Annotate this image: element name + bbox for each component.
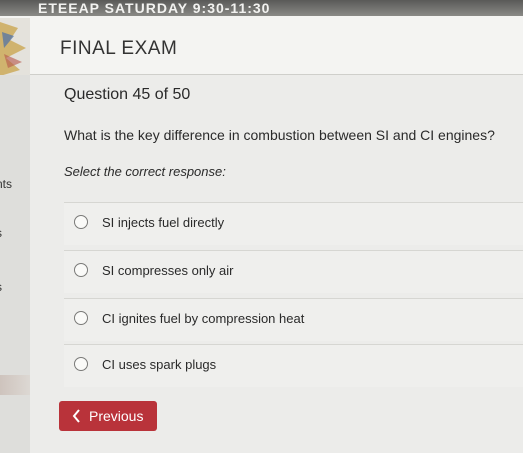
radio-button[interactable] <box>74 215 88 229</box>
chevron-left-icon <box>72 409 80 423</box>
exam-header: FINAL EXAM <box>0 16 523 75</box>
answer-option-label: CI uses spark plugs <box>102 357 217 372</box>
answer-option-label: SI compresses only air <box>102 263 234 278</box>
answer-option-label: SI injects fuel directly <box>102 215 225 230</box>
answer-option-label: CI ignites fuel by compression heat <box>102 311 305 326</box>
answer-option[interactable]: CI ignites fuel by compression heat <box>64 298 523 341</box>
response-instruction: Select the correct response: <box>64 164 226 179</box>
sidebar-item-2[interactable]: s <box>0 280 2 294</box>
banner-text: ETEEAP SATURDAY 9:30-11:30 <box>38 0 271 16</box>
sidebar-item-1[interactable]: s <box>0 226 2 240</box>
previous-button[interactable]: Previous <box>59 401 157 431</box>
answer-option[interactable]: SI compresses only air <box>64 250 523 293</box>
radio-button[interactable] <box>74 263 88 277</box>
question-number: Question 45 of 50 <box>64 86 191 103</box>
radio-button[interactable] <box>74 311 88 325</box>
question-text: What is the key difference in combustion… <box>64 127 495 143</box>
sidebar-decoration <box>0 375 30 395</box>
sidebar-item-points[interactable]: nts <box>0 177 12 191</box>
sidebar: nts s s ) <box>0 75 30 453</box>
course-logo-icon <box>0 18 30 80</box>
top-banner: ETEEAP SATURDAY 9:30-11:30 <box>0 0 523 16</box>
answer-option[interactable]: CI uses spark plugs <box>64 344 523 387</box>
radio-button[interactable] <box>74 357 88 371</box>
previous-button-label: Previous <box>89 408 144 424</box>
page-title: FINAL EXAM <box>60 38 178 59</box>
answer-option[interactable]: SI injects fuel directly <box>64 202 523 245</box>
